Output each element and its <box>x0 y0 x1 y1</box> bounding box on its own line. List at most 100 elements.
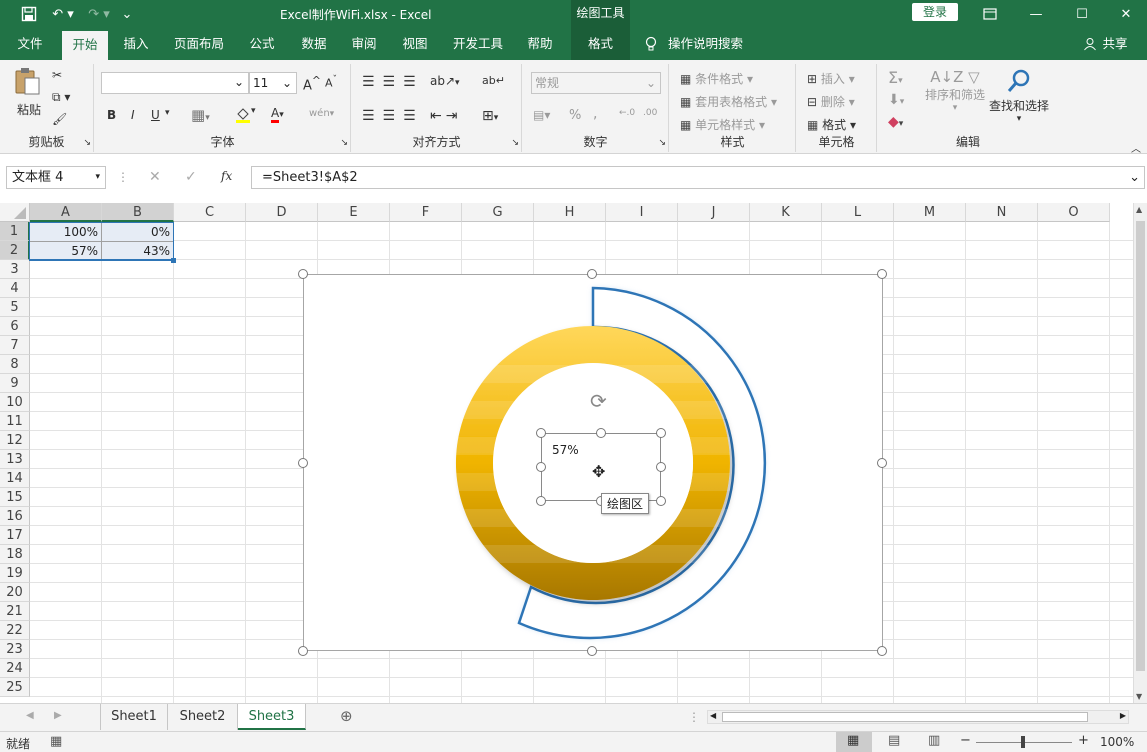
row-header[interactable]: 10 <box>0 393 30 412</box>
zoom-slider-thumb[interactable] <box>1021 736 1025 748</box>
row-header[interactable]: 11 <box>0 412 30 431</box>
sort-filter-button[interactable]: A↓Z ▽ 排序和筛选 ▾ <box>922 68 988 113</box>
decrease-decimal-icon[interactable]: .00 <box>643 108 657 118</box>
row-header[interactable]: 6 <box>0 317 30 336</box>
percent-button[interactable]: % <box>569 108 581 123</box>
cancel-icon[interactable]: ✕ <box>149 169 161 185</box>
column-header[interactable]: G <box>462 203 534 222</box>
font-color-icon[interactable]: A▾ <box>271 106 284 123</box>
tab-format[interactable]: 格式 <box>571 28 630 60</box>
copy-icon[interactable]: ⧉ ▾ <box>52 90 70 105</box>
maximize-icon[interactable]: ☐ <box>1072 4 1092 24</box>
column-header[interactable]: E <box>318 203 390 222</box>
resize-handle[interactable] <box>877 646 887 656</box>
accounting-format-icon[interactable]: ▤▾ <box>533 108 550 122</box>
textbox-handle[interactable] <box>536 462 546 472</box>
scroll-right-icon[interactable]: ▶ <box>1120 711 1126 720</box>
row-header[interactable]: 1 <box>0 222 30 241</box>
select-all-corner[interactable] <box>0 203 30 222</box>
save-icon[interactable] <box>18 4 40 24</box>
phonetic-icon[interactable]: wén▾ <box>309 108 334 119</box>
scroll-thumb[interactable] <box>722 712 1088 722</box>
customize-qat-icon[interactable]: ⌄ <box>118 4 136 24</box>
dialog-launcher-icon[interactable]: ↘ <box>83 138 91 148</box>
tab-page-layout[interactable]: 页面布局 <box>168 28 230 60</box>
format-as-table-button[interactable]: ▦ 套用表格格式 ▾ <box>680 93 777 110</box>
column-header[interactable]: A <box>30 203 102 222</box>
underline-button[interactable]: U <box>151 108 160 122</box>
sheet-tab-3[interactable]: Sheet3 <box>238 704 306 730</box>
dialog-launcher-icon[interactable]: ↘ <box>658 138 666 148</box>
bold-button[interactable]: B <box>107 108 116 122</box>
orientation-icon[interactable]: ab↗▾ <box>430 74 460 88</box>
resize-handle[interactable] <box>877 269 887 279</box>
row-header[interactable]: 3 <box>0 260 30 279</box>
underline-dropdown-icon[interactable]: ▾ <box>165 108 170 118</box>
row-header[interactable]: 18 <box>0 545 30 564</box>
textbox-handle[interactable] <box>656 462 666 472</box>
paste-button[interactable]: 粘贴 <box>12 66 46 118</box>
textbox-handle[interactable] <box>656 496 666 506</box>
normal-view-button[interactable]: ▦ <box>836 732 872 752</box>
comma-button[interactable]: , <box>593 106 597 122</box>
textbox-handle[interactable] <box>536 428 546 438</box>
rotate-handle-icon[interactable]: ⟳ <box>590 389 607 413</box>
row-header[interactable]: 15 <box>0 488 30 507</box>
add-sheet-icon[interactable]: ⊕ <box>340 707 353 725</box>
login-button[interactable]: 登录 <box>912 3 958 21</box>
tab-developer[interactable]: 开发工具 <box>446 28 510 60</box>
horizontal-align-icons[interactable]: ☰☰☰ <box>362 108 424 124</box>
row-header[interactable]: 25 <box>0 678 30 697</box>
fill-handle[interactable] <box>171 258 176 263</box>
resize-handle[interactable] <box>587 269 597 279</box>
textbox-handle[interactable] <box>596 428 606 438</box>
tab-view[interactable]: 视图 <box>393 28 437 60</box>
column-header[interactable]: B <box>102 203 174 222</box>
increase-font-icon[interactable]: A^ <box>303 74 321 93</box>
tab-review[interactable]: 审阅 <box>342 28 386 60</box>
page-break-view-icon[interactable]: ▥ <box>928 733 940 748</box>
format-cells-button[interactable]: ▦ 格式 ▾ <box>807 116 856 133</box>
tab-help[interactable]: 帮助 <box>518 28 562 60</box>
tab-home[interactable]: 开始 <box>62 31 108 60</box>
clear-icon[interactable]: ◆▾ <box>888 114 903 130</box>
vertical-scrollbar[interactable]: ▲ ▼ <box>1133 203 1147 703</box>
dialog-launcher-icon[interactable]: ↘ <box>340 138 348 148</box>
name-box[interactable]: 文本框 4 ▾ <box>6 166 106 189</box>
indent-icons[interactable]: ⇤⇥ <box>430 108 461 124</box>
row-header[interactable]: 13 <box>0 450 30 469</box>
scroll-thumb[interactable] <box>1136 221 1145 671</box>
tab-insert[interactable]: 插入 <box>114 28 158 60</box>
font-name-select[interactable]: ⌄ <box>101 72 249 94</box>
borders-icon[interactable]: ▦▾ <box>191 106 210 124</box>
increase-decimal-icon[interactable]: ←.0 <box>619 108 635 118</box>
wrap-text-icon[interactable]: ab↵ <box>482 74 505 87</box>
horizontal-scrollbar[interactable]: ◀ ▶ <box>707 710 1129 724</box>
conditional-format-button[interactable]: ▦ 条件格式 ▾ <box>680 70 753 87</box>
redo-icon[interactable]: ↷ ▾ <box>86 4 112 24</box>
undo-icon[interactable]: ↶ ▾ <box>48 4 78 24</box>
column-header[interactable]: N <box>966 203 1038 222</box>
vertical-align-icons[interactable]: ☰☰☰ <box>362 74 424 90</box>
dialog-launcher-icon[interactable]: ↘ <box>511 138 519 148</box>
next-sheet-icon[interactable]: ▶ <box>54 710 62 721</box>
row-header[interactable]: 14 <box>0 469 30 488</box>
decrease-font-icon[interactable]: Aˇ <box>325 74 337 90</box>
tab-data[interactable]: 数据 <box>292 28 336 60</box>
column-header[interactable]: L <box>822 203 894 222</box>
row-header[interactable]: 17 <box>0 526 30 545</box>
scroll-left-icon[interactable]: ◀ <box>710 711 716 720</box>
scroll-down-icon[interactable]: ▼ <box>1136 692 1142 701</box>
font-size-select[interactable]: 11 ⌄ <box>249 72 297 94</box>
italic-button[interactable]: I <box>131 108 135 122</box>
row-header[interactable]: 24 <box>0 659 30 678</box>
column-header[interactable]: C <box>174 203 246 222</box>
enter-icon[interactable]: ✓ <box>185 169 197 185</box>
row-header[interactable]: 21 <box>0 602 30 621</box>
row-header[interactable]: 5 <box>0 298 30 317</box>
resize-handle[interactable] <box>877 458 887 468</box>
column-header[interactable]: M <box>894 203 966 222</box>
row-header[interactable]: 12 <box>0 431 30 450</box>
cell-styles-button[interactable]: ▦ 单元格样式 ▾ <box>680 116 765 133</box>
column-header[interactable]: J <box>678 203 750 222</box>
